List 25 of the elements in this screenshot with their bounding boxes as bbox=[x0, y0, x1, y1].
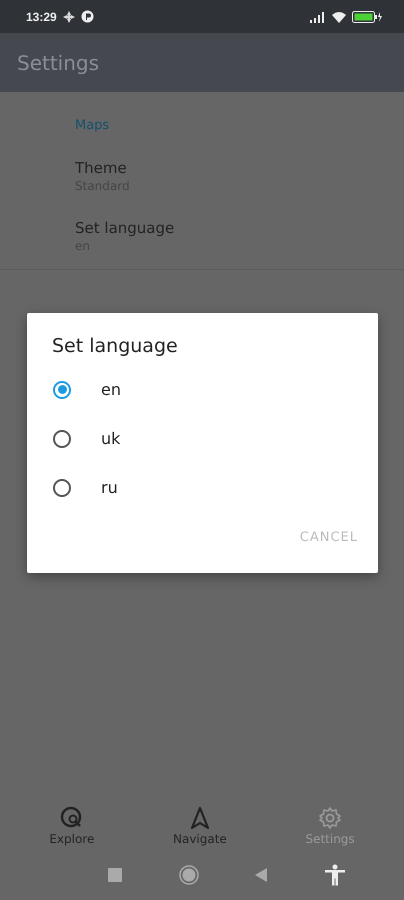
globe-search-icon bbox=[60, 806, 84, 830]
app-notification-icon bbox=[80, 10, 94, 23]
language-option[interactable]: uk bbox=[27, 414, 378, 463]
language-option[interactable]: en bbox=[27, 365, 378, 414]
cancel-button[interactable]: CANCEL bbox=[294, 524, 364, 551]
signal-icon bbox=[310, 10, 326, 22]
setting-title[interactable]: Set language bbox=[75, 219, 404, 237]
setting-title[interactable]: Theme bbox=[75, 159, 404, 177]
home-icon[interactable] bbox=[178, 865, 199, 885]
status-time: 13:29 bbox=[26, 10, 57, 24]
battery-icon bbox=[352, 10, 382, 22]
nav-tab[interactable]: Explore bbox=[33, 802, 110, 850]
wifi-icon bbox=[331, 10, 347, 22]
back-icon[interactable] bbox=[255, 868, 268, 882]
radio-button[interactable] bbox=[53, 430, 71, 448]
radio-button[interactable] bbox=[53, 478, 71, 496]
accessibility-icon[interactable] bbox=[324, 864, 346, 886]
section-header: Maps bbox=[74, 117, 110, 133]
dialog-title: Set language bbox=[51, 335, 179, 357]
recents-icon[interactable] bbox=[108, 868, 122, 882]
language-option[interactable]: ru bbox=[27, 463, 378, 512]
app-bar-title: Settings bbox=[17, 50, 100, 74]
settings-icon bbox=[318, 806, 342, 830]
nav-tab[interactable]: Navigate bbox=[156, 802, 243, 850]
radio-button[interactable] bbox=[53, 380, 71, 398]
